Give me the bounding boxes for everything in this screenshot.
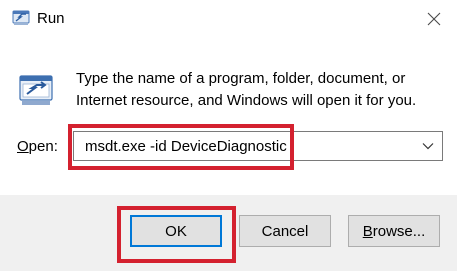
run-icon <box>19 75 53 105</box>
ok-button[interactable]: OK <box>130 215 222 247</box>
close-button[interactable] <box>419 6 449 32</box>
cancel-button[interactable]: Cancel <box>239 215 331 247</box>
run-app-icon <box>12 10 30 25</box>
dialog-body: Type the name of a program, folder, docu… <box>0 38 457 195</box>
title-bar: Run <box>0 0 457 38</box>
cancel-button-label: Cancel <box>261 222 309 240</box>
browse-button[interactable]: Browse... <box>348 215 440 247</box>
dropdown-button[interactable] <box>418 136 438 156</box>
browse-accelerator: B <box>362 222 373 240</box>
browse-button-label: rowse... <box>372 222 426 240</box>
open-label: Open: <box>17 138 58 155</box>
window-title: Run <box>37 10 65 27</box>
chevron-down-icon <box>422 143 434 150</box>
button-bar: OK Cancel Browse... <box>0 195 457 271</box>
open-input[interactable]: msdt.exe -id DeviceDiagnostic <box>85 138 287 155</box>
ok-button-label: OK <box>165 222 187 240</box>
run-description: Type the name of a program, folder, docu… <box>76 70 417 109</box>
run-dialog: Run Type the name of a program, folder, … <box>0 0 457 271</box>
open-label-accelerator: O <box>17 138 29 155</box>
close-icon <box>427 12 441 26</box>
open-label-text: pen: <box>28 138 58 155</box>
open-combobox[interactable]: msdt.exe -id DeviceDiagnostic <box>73 131 443 161</box>
